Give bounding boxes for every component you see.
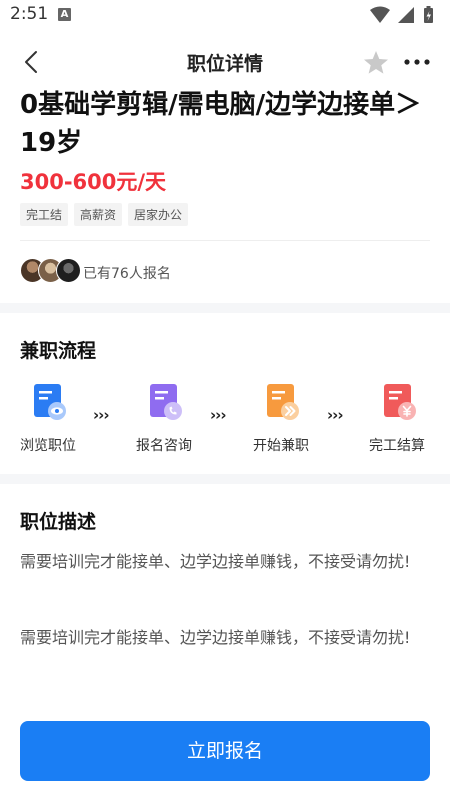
apply-button[interactable]: 立即报名 [20, 721, 430, 781]
start-icon [267, 384, 299, 420]
job-tags: 完工结 高薪资 居家办公 [20, 203, 189, 226]
section-separator [0, 474, 450, 484]
step-label: 报名咨询 [136, 438, 192, 454]
process-title: 兼职流程 [20, 340, 97, 362]
signal-icon [398, 7, 414, 23]
salary: 300-600元/天 [20, 170, 167, 194]
arrow-icon: ››› [327, 406, 344, 424]
top-nav: 职位详情 [0, 40, 450, 84]
divider [20, 240, 430, 241]
description-text: 需要培训完才能接单、边学边接单赚钱，不接受请勿扰! [20, 628, 411, 647]
battery-icon [424, 6, 433, 23]
description-title: 职位描述 [20, 511, 97, 533]
browse-icon [34, 384, 66, 420]
status-bar: 2:51 A [0, 0, 450, 30]
notification-icon: A [58, 8, 71, 21]
step-label: 开始兼职 [253, 438, 309, 454]
step-label: 浏览职位 [20, 438, 76, 454]
avatar-group [20, 257, 81, 285]
job-title: 0基础学剪辑/需电脑/边学边接单＞19岁 [20, 90, 422, 158]
step-label: 完工结算 [369, 438, 425, 454]
arrow-icon: ››› [210, 406, 227, 424]
more-icon[interactable] [402, 50, 432, 74]
status-icons [370, 6, 433, 23]
wifi-icon [370, 6, 390, 23]
tag: 高薪资 [74, 203, 123, 226]
tag: 居家办公 [128, 203, 189, 226]
status-time: 2:51 [10, 4, 49, 24]
star-icon[interactable] [362, 49, 390, 77]
settle-icon [384, 384, 416, 420]
tag: 完工结 [20, 203, 69, 226]
avatar [56, 258, 81, 283]
section-separator [0, 303, 450, 313]
applicants-count: 已有76人报名 [83, 266, 171, 282]
description-text: 需要培训完才能接单、边学边接单赚钱，不接受请勿扰! [20, 552, 411, 571]
consult-icon [150, 384, 182, 420]
arrow-icon: ››› [93, 406, 110, 424]
